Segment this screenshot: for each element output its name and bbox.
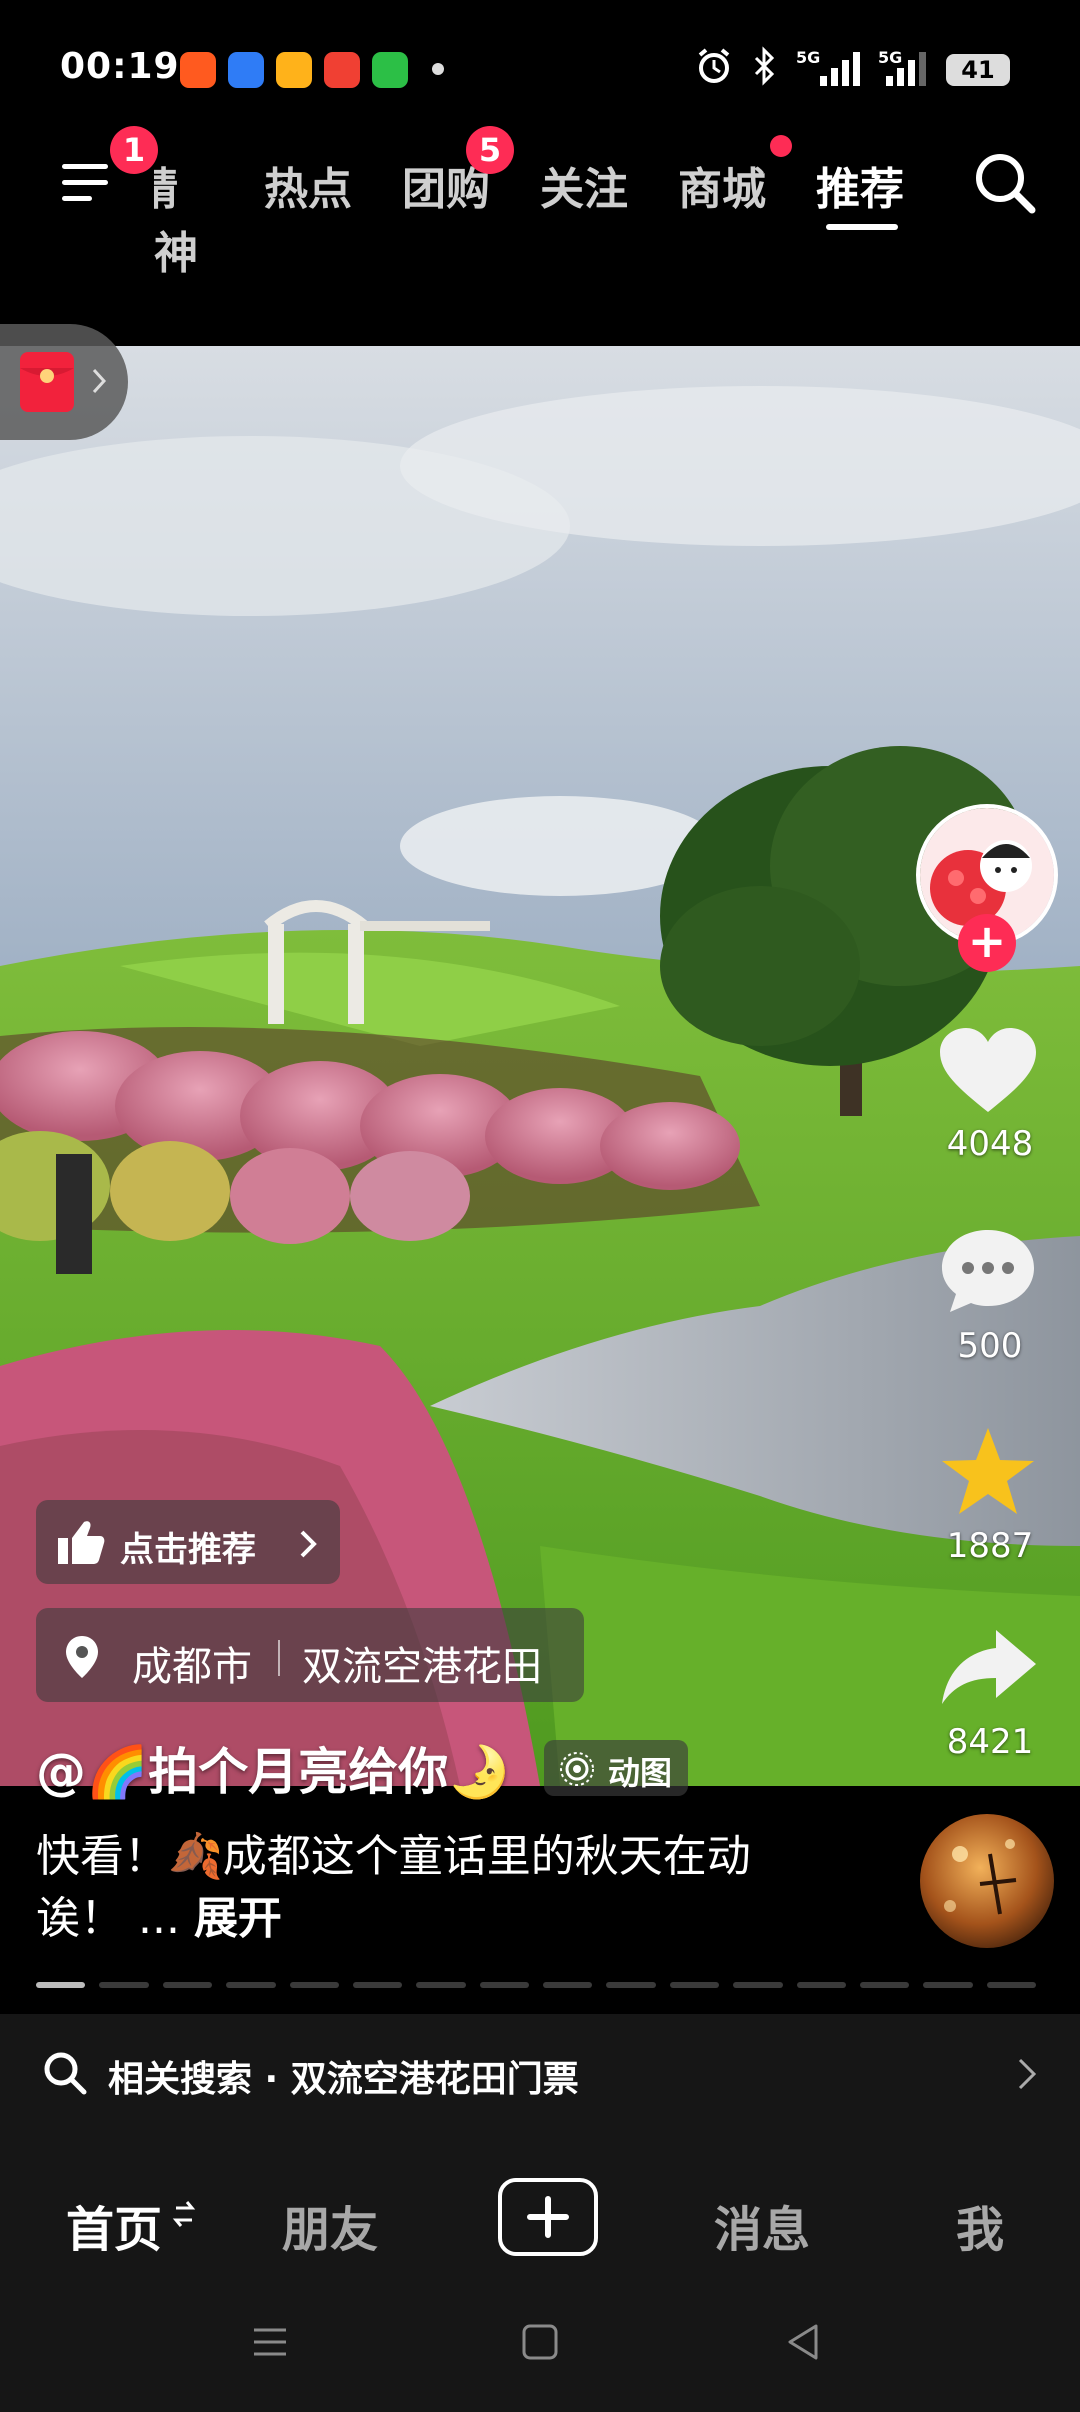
- heart-icon[interactable]: [938, 1026, 1038, 1116]
- thumbs-up-icon: [58, 1521, 105, 1564]
- tab-hot[interactable]: 热点: [264, 153, 352, 217]
- video-app-notification-icon: [324, 52, 360, 88]
- location-divider: [278, 1640, 280, 1676]
- red-packet-pill[interactable]: [0, 324, 128, 440]
- menu-icon[interactable]: [60, 158, 114, 206]
- star-icon[interactable]: [938, 1424, 1038, 1520]
- tab-recommend[interactable]: 推荐: [816, 153, 904, 217]
- search-icon: [44, 2052, 87, 2095]
- progress-segment: [986, 1982, 1036, 1988]
- progress-segment: [543, 1982, 593, 1988]
- browser-notification-icon: [228, 52, 264, 88]
- favorite-count: 1887: [946, 1526, 1034, 1566]
- tab-friends[interactable]: 朋友: [282, 2190, 378, 2260]
- chevron-right-icon: [92, 368, 107, 394]
- comment-icon[interactable]: [938, 1226, 1038, 1316]
- playlist-progress: [36, 1982, 1036, 1990]
- more-notifications-dot: [432, 63, 444, 75]
- tab-active-indicator: [826, 224, 898, 230]
- share-count: 8421: [946, 1722, 1034, 1762]
- chevron-right-icon: [300, 1530, 317, 1558]
- chevron-right-icon: [1018, 2058, 1037, 2090]
- recent-apps-icon[interactable]: [250, 2322, 290, 2362]
- location-pin-icon: [66, 1636, 98, 1678]
- progress-segment: [859, 1982, 910, 1988]
- share-icon[interactable]: [938, 1628, 1038, 1708]
- progress-segment: [36, 1982, 86, 1988]
- search-icon[interactable]: [972, 150, 1038, 216]
- iqiyi-notification-icon: [372, 52, 408, 88]
- home-icon[interactable]: [520, 2322, 560, 2362]
- recommend-label: 点击推荐: [120, 1530, 256, 1570]
- app-notification-icon: [180, 52, 216, 88]
- expand-caption-button[interactable]: 展开: [194, 1893, 282, 1944]
- progress-segment: [606, 1982, 656, 1988]
- related-search-text: 相关搜索 · 双流空港花田门票: [108, 2059, 579, 2100]
- music-cover-image: [920, 1814, 1054, 1948]
- network-type-label: 5G: [796, 48, 821, 67]
- bottom-tab-bar: [0, 2132, 1080, 2412]
- signal-icon: [886, 52, 926, 86]
- progress-segment: [923, 1982, 973, 1988]
- bluetooth-icon: [754, 46, 775, 86]
- tab-messages[interactable]: 消息: [714, 2190, 810, 2260]
- progress-segment: [669, 1982, 720, 1988]
- progress-segment: [99, 1982, 149, 1988]
- tab-me[interactable]: 我: [956, 2190, 1004, 2260]
- tab-label: 精神: [154, 164, 198, 279]
- mall-notification-dot: [770, 135, 792, 157]
- progress-segment: [733, 1982, 783, 1988]
- music-disc[interactable]: [920, 1814, 1054, 1948]
- author-name[interactable]: @🌈拍个月亮给你🌛: [36, 1732, 511, 1804]
- status-time: 00:19: [60, 46, 180, 87]
- tab-home-label: 首页: [66, 2202, 163, 2258]
- group-buy-badge: 5: [466, 126, 514, 174]
- tab-mall[interactable]: 商城: [678, 153, 766, 217]
- progress-segment: [289, 1982, 339, 1988]
- battery-indicator: 41: [946, 54, 1010, 86]
- tab-following[interactable]: 关注: [540, 153, 628, 217]
- location-place: 双流空港花田: [302, 1644, 542, 1690]
- plus-icon: [527, 2196, 569, 2238]
- app-notification-icon: [276, 52, 312, 88]
- progress-segment: [162, 1982, 213, 1988]
- progress-segment: [226, 1982, 276, 1988]
- signal-icon: [820, 52, 860, 86]
- red-packet-icon: [20, 352, 74, 412]
- video-caption-continued: 诶！ ... 展开: [36, 1882, 282, 1946]
- caption-text: 诶！ ...: [36, 1893, 194, 1944]
- tab-jingshen[interactable]: 精神: [154, 153, 218, 281]
- video-caption: 快看！🍂成都这个童话里的秋天在动: [36, 1831, 751, 1882]
- create-button[interactable]: [498, 2178, 598, 2256]
- progress-segment: [796, 1982, 846, 1988]
- live-photo-icon: [560, 1752, 594, 1786]
- like-count: 4048: [946, 1124, 1034, 1164]
- back-icon[interactable]: [784, 2322, 824, 2362]
- comment-count: 500: [957, 1326, 1023, 1366]
- location-city: 成都市: [132, 1644, 252, 1690]
- tab-home[interactable]: 首页: [66, 2190, 162, 2260]
- progress-segment: [479, 1982, 529, 1988]
- follow-button[interactable]: +: [958, 914, 1016, 972]
- menu-badge: 1: [110, 126, 158, 174]
- progress-segment: [352, 1982, 403, 1988]
- live-photo-label: 动图: [608, 1754, 673, 1792]
- swap-icon: [172, 2201, 196, 2227]
- alarm-icon: [698, 48, 730, 83]
- progress-segment: [416, 1982, 466, 1988]
